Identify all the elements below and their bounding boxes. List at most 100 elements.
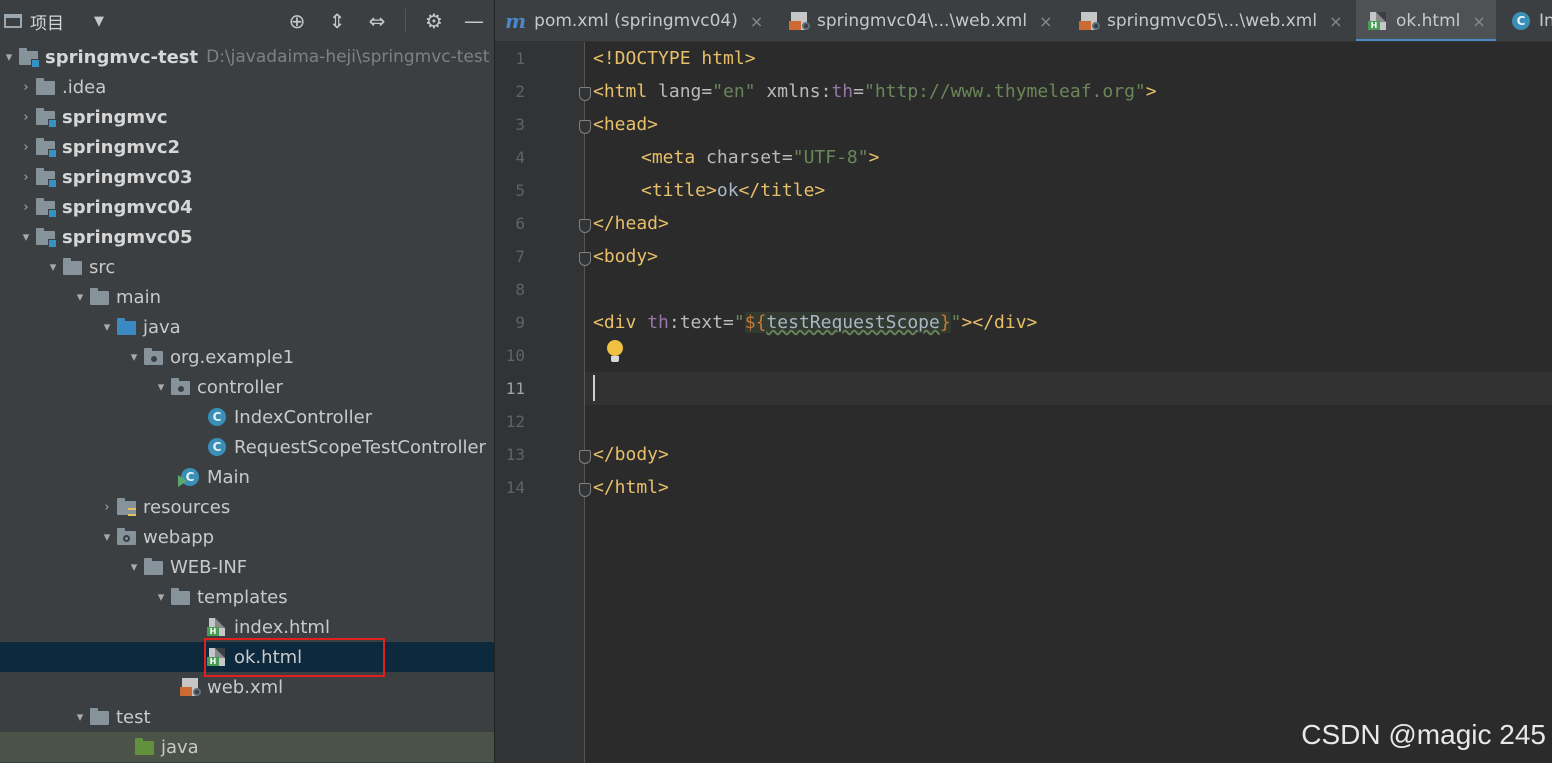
line-number: 4 xyxy=(515,148,525,167)
tab-in-class[interactable]: C In xyxy=(1511,0,1552,41)
chevron-down-icon[interactable]: ▾ xyxy=(0,50,18,65)
close-icon[interactable]: × xyxy=(1472,12,1485,31)
chevron-down-icon[interactable]: ▾ xyxy=(125,350,143,365)
tree-item-controller[interactable]: ▾ controller xyxy=(0,372,494,402)
tree-item-springmvc04[interactable]: › springmvc04 xyxy=(0,192,494,222)
tree-item-src[interactable]: ▾ src xyxy=(0,252,494,282)
line-number: 3 xyxy=(515,115,525,134)
chevron-right-icon[interactable]: › xyxy=(17,110,35,125)
line-number: 1 xyxy=(515,49,525,68)
chevron-down-icon[interactable]: ▾ xyxy=(44,260,62,275)
chevron-right-icon[interactable]: › xyxy=(17,170,35,185)
tree-item-springmvc2[interactable]: › springmvc2 xyxy=(0,132,494,162)
close-icon[interactable]: × xyxy=(1329,12,1342,31)
tree-item-templates[interactable]: ▾ templates xyxy=(0,582,494,612)
module-folder-icon xyxy=(35,108,57,128)
tab-springmvc05-web-xml[interactable]: springmvc05\...\web.xml × xyxy=(1079,0,1343,41)
line-number: 9 xyxy=(515,313,525,332)
tree-item-label: java xyxy=(161,736,199,758)
tree-item-springmvc-test[interactable]: ▾ springmvc-test D:\javadaima-heji\sprin… xyxy=(0,42,494,72)
chevron-right-icon[interactable]: › xyxy=(98,500,116,515)
tab-pom-xml[interactable]: m pom.xml (springmvc04) × xyxy=(505,0,763,41)
chevron-down-icon[interactable]: ▾ xyxy=(125,560,143,575)
code-text-area[interactable]: <!DOCTYPE html> <html lang="en" xmlns:th… xyxy=(585,42,1552,763)
chevron-down-icon[interactable]: ▾ xyxy=(152,380,170,395)
tab-label: In xyxy=(1539,11,1552,31)
tree-item-resources[interactable]: › resources xyxy=(0,492,494,522)
lightbulb-icon[interactable] xyxy=(604,340,626,364)
code-line-5: <title>ok</title> xyxy=(641,180,826,201)
chevron-right-icon[interactable]: › xyxy=(17,140,35,155)
line-number: 11 xyxy=(505,379,525,398)
chevron-right-icon[interactable]: › xyxy=(17,200,35,215)
maven-icon: m xyxy=(505,9,527,33)
tree-item-label: src xyxy=(89,256,116,278)
tree-item-idea[interactable]: › .idea xyxy=(0,72,494,102)
module-folder-icon xyxy=(35,228,57,248)
class-icon: C xyxy=(207,408,227,426)
tree-item-springmvc[interactable]: › springmvc xyxy=(0,102,494,132)
collapse-all-icon[interactable]: ⇔ xyxy=(365,9,389,33)
tree-item-label: springmvc xyxy=(62,106,168,128)
project-view-selector[interactable]: 项目 ▼ xyxy=(0,0,104,42)
tree-item-label: Main xyxy=(207,466,250,488)
resources-folder-icon xyxy=(116,498,136,516)
chevron-down-icon[interactable]: ▾ xyxy=(98,320,116,335)
project-panel-title: 项目 xyxy=(30,13,64,34)
tree-item-requestscopetestcontroller[interactable]: C RequestScopeTestController xyxy=(0,432,494,462)
tree-item-label: springmvc-test xyxy=(45,46,199,68)
tree-item-label: web.xml xyxy=(207,676,284,698)
chevron-right-icon[interactable]: › xyxy=(17,80,35,95)
tree-item-indexcontroller[interactable]: C IndexController xyxy=(0,402,494,432)
tree-item-index-html[interactable]: H index.html xyxy=(0,612,494,642)
expand-all-icon[interactable]: ⇕ xyxy=(325,9,349,33)
tree-item-ok-html[interactable]: H ok.html xyxy=(0,642,494,672)
chevron-down-icon[interactable]: ▼ xyxy=(94,14,104,29)
tree-item-test-java[interactable]: java xyxy=(0,732,494,762)
tab-ok-html[interactable]: H ok.html × xyxy=(1356,0,1496,41)
tree-item-org-example1[interactable]: ▾ org.example1 xyxy=(0,342,494,372)
gear-icon[interactable]: ⚙ xyxy=(422,9,446,33)
tree-item-springmvc05[interactable]: ▾ springmvc05 xyxy=(0,222,494,252)
tree-item-main[interactable]: ▾ main xyxy=(0,282,494,312)
tree-item-label: java xyxy=(143,316,181,338)
chevron-down-icon[interactable]: ▾ xyxy=(71,290,89,305)
locate-file-icon[interactable]: ⊕ xyxy=(285,9,309,33)
code-line-13: </body> xyxy=(593,444,669,465)
html-file-icon: H xyxy=(1368,12,1388,30)
line-number: 12 xyxy=(505,412,525,431)
tree-item-web-inf[interactable]: ▾ WEB-INF xyxy=(0,552,494,582)
text-caret xyxy=(593,375,595,401)
tab-label: pom.xml (springmvc04) xyxy=(534,11,738,31)
chevron-down-icon[interactable]: ▾ xyxy=(17,230,35,245)
runnable-class-icon: C xyxy=(178,468,200,487)
close-icon[interactable]: × xyxy=(750,12,763,31)
tab-label: springmvc05\...\web.xml xyxy=(1107,11,1318,31)
folder-icon xyxy=(62,258,82,276)
folder-icon xyxy=(143,558,163,576)
tab-label: ok.html xyxy=(1396,11,1461,31)
tree-item-test[interactable]: ▾ test xyxy=(0,702,494,732)
project-panel: 项目 ▼ ⊕ ⇕ ⇔ ⚙ — ▾ springmvc-test D:\javad… xyxy=(0,0,494,763)
tree-item-main-class[interactable]: C Main xyxy=(0,462,494,492)
tree-item-label: RequestScopeTestController xyxy=(234,436,486,458)
chevron-down-icon[interactable]: ▾ xyxy=(71,710,89,725)
tree-item-label: springmvc2 xyxy=(62,136,181,158)
project-window-icon xyxy=(4,14,22,28)
hide-panel-icon[interactable]: — xyxy=(462,9,486,33)
tree-item-web-xml[interactable]: web.xml xyxy=(0,672,494,702)
chevron-down-icon[interactable]: ▾ xyxy=(98,530,116,545)
tree-item-webapp[interactable]: ▾ webapp xyxy=(0,522,494,552)
line-number: 14 xyxy=(505,478,525,497)
line-number: 2 xyxy=(515,82,525,101)
line-number-gutter: 1 2 3 4 5 6 7 8 9 10 11 12 13 14 xyxy=(495,42,591,763)
chevron-down-icon[interactable]: ▾ xyxy=(152,590,170,605)
code-line-6: </head> xyxy=(593,213,669,234)
close-icon[interactable]: × xyxy=(1039,12,1052,31)
current-line-highlight xyxy=(585,372,1552,405)
tab-springmvc04-web-xml[interactable]: springmvc04\...\web.xml × xyxy=(789,0,1053,41)
tree-item-java[interactable]: ▾ java xyxy=(0,312,494,342)
tree-item-label: WEB-INF xyxy=(170,556,248,578)
tab-label: springmvc04\...\web.xml xyxy=(817,11,1028,31)
tree-item-springmvc03[interactable]: › springmvc03 xyxy=(0,162,494,192)
